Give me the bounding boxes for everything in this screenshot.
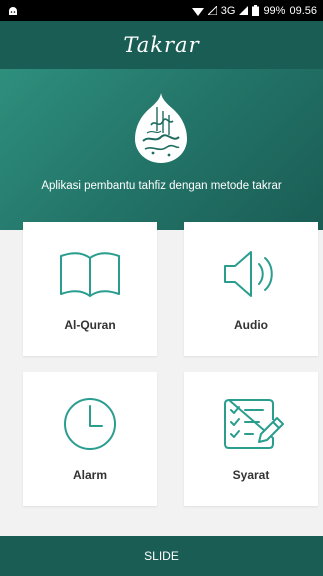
speaker-icon — [224, 251, 273, 297]
checklist-icon — [224, 399, 284, 449]
signal-icon — [239, 6, 249, 15]
menu-card-al-quran[interactable]: Al-Quran — [23, 222, 157, 356]
signal-empty-icon — [207, 6, 217, 15]
menu-label-alarm: Alarm — [72, 468, 107, 482]
menu-card-alarm[interactable]: Alarm — [23, 372, 157, 506]
menu-label-audio: Audio — [234, 318, 268, 332]
book-icon — [60, 252, 120, 297]
android-icon — [9, 6, 17, 15]
hero-banner: Aplikasi pembantu tahfiz dengan metode t… — [0, 69, 323, 230]
wifi-icon — [191, 7, 204, 16]
status-right: 3G 99% 09.56 — [191, 4, 317, 17]
menu-label-al-quran: Al-Quran — [64, 318, 116, 332]
app-header: Takrar — [0, 21, 323, 69]
app-title: Takrar — [123, 33, 200, 57]
battery-percent: 99% — [263, 4, 286, 17]
menu-card-audio[interactable]: Audio — [184, 222, 318, 356]
slide-button[interactable]: SLIDE — [0, 536, 323, 576]
calligraphy-emblem-icon — [135, 93, 187, 163]
clock-icon — [64, 398, 116, 450]
app-tagline: Aplikasi pembantu tahfiz dengan metode t… — [41, 180, 282, 192]
status-time: 09.56 — [289, 4, 317, 17]
battery-icon — [252, 5, 260, 16]
status-left — [8, 6, 18, 16]
status-bar: 3G 99% 09.56 — [0, 0, 323, 21]
menu-card-syarat[interactable]: Syarat — [184, 372, 318, 506]
slide-label: SLIDE — [144, 549, 179, 563]
menu-label-syarat: Syarat — [232, 468, 270, 482]
network-type: 3G — [220, 4, 236, 17]
